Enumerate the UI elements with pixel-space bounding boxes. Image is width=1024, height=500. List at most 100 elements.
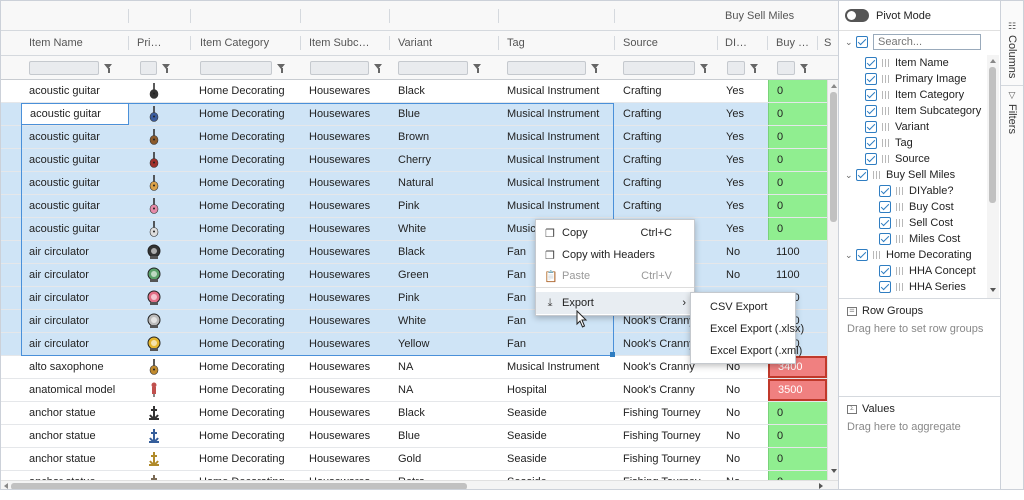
drag-handle-icon[interactable] xyxy=(896,267,904,275)
category-cell[interactable]: Home Decorating xyxy=(191,287,300,309)
buy-cell[interactable]: 0 xyxy=(768,126,827,148)
buy-cell[interactable]: 0 xyxy=(768,195,827,217)
image-cell[interactable] xyxy=(129,471,190,480)
name-cell[interactable]: acoustic guitar xyxy=(21,126,129,148)
column-item[interactable]: HHA Concept xyxy=(879,263,976,279)
tag-cell[interactable]: Musical Instrument xyxy=(499,80,614,102)
column-checkbox[interactable] xyxy=(879,185,891,197)
table-row[interactable]: acoustic guitar Home Decorating Housewares… xyxy=(1,149,827,172)
filter-icon[interactable] xyxy=(800,63,809,73)
name-cell[interactable]: anchor statue xyxy=(21,471,129,480)
category-cell[interactable]: Home Decorating xyxy=(191,356,300,378)
image-cell[interactable] xyxy=(129,241,190,263)
filter-tag[interactable] xyxy=(507,60,600,76)
filter-icon[interactable] xyxy=(700,63,709,73)
image-cell[interactable] xyxy=(129,195,190,217)
buy-cell[interactable]: 0 xyxy=(768,172,827,194)
tag-cell[interactable]: Musical Instrument xyxy=(499,356,614,378)
category-cell[interactable]: Home Decorating xyxy=(191,126,300,148)
column-item[interactable]: Primary Image xyxy=(865,71,967,87)
category-cell[interactable]: Home Decorating xyxy=(191,402,300,424)
diy-cell[interactable]: Yes xyxy=(718,80,767,102)
source-cell[interactable]: Crafting xyxy=(615,172,717,194)
column-checkbox[interactable] xyxy=(879,265,891,277)
drag-handle-icon[interactable] xyxy=(882,107,890,115)
select-all-checkbox[interactable] xyxy=(856,36,868,48)
subcat-cell[interactable]: Housewares xyxy=(301,333,389,355)
diy-cell[interactable]: No xyxy=(718,241,767,263)
buy-cell[interactable]: 0 xyxy=(768,103,827,125)
column-checkbox[interactable] xyxy=(879,201,891,213)
table-row[interactable]: acoustic guitar Home Decorating Housewares… xyxy=(1,103,827,126)
buy-cell[interactable]: 0 xyxy=(768,402,827,424)
column-checkbox[interactable] xyxy=(856,249,868,261)
column-checkbox[interactable] xyxy=(856,169,868,181)
tag-cell[interactable]: Musical Instrument xyxy=(499,126,614,148)
header-tag[interactable]: Tag xyxy=(499,31,614,55)
image-cell[interactable] xyxy=(129,218,190,240)
subcat-cell[interactable]: Housewares xyxy=(301,264,389,286)
category-cell[interactable]: Home Decorating xyxy=(191,379,300,401)
variant-cell[interactable]: Cherry xyxy=(390,149,498,171)
buy-cell[interactable]: 0 xyxy=(768,471,827,480)
tag-cell[interactable]: Seaside xyxy=(499,425,614,447)
drag-handle-icon[interactable] xyxy=(896,283,904,291)
column-item[interactable]: DIYable? xyxy=(879,183,953,199)
source-cell[interactable]: Crafting xyxy=(615,195,717,217)
image-cell[interactable] xyxy=(129,333,190,355)
column-item[interactable]: Item Subcategory xyxy=(865,103,981,119)
diy-cell[interactable]: No xyxy=(718,379,767,401)
column-checkbox[interactable] xyxy=(865,73,877,85)
column-item[interactable]: ⌄ Buy Sell Miles xyxy=(845,167,955,183)
buy-cell[interactable]: 1100 xyxy=(768,241,827,263)
subcat-cell[interactable]: Housewares xyxy=(301,80,389,102)
variant-cell[interactable]: Black xyxy=(390,402,498,424)
image-cell[interactable] xyxy=(129,379,190,401)
header-item-name[interactable]: Item Name xyxy=(21,31,127,55)
category-cell[interactable]: Home Decorating xyxy=(191,80,300,102)
column-list-scrollbar[interactable] xyxy=(987,55,999,298)
buy-cell[interactable]: 0 xyxy=(768,80,827,102)
category-cell[interactable]: Home Decorating xyxy=(191,264,300,286)
menu-item-export[interactable]: ⤓ Export › xyxy=(536,292,694,314)
buy-cell[interactable]: 3500 xyxy=(768,379,827,401)
variant-cell[interactable]: Retro xyxy=(390,471,498,480)
column-checkbox[interactable] xyxy=(865,121,877,133)
category-cell[interactable]: Home Decorating xyxy=(191,241,300,263)
drag-handle-icon[interactable] xyxy=(873,171,881,179)
filter-item-name[interactable] xyxy=(29,60,113,76)
column-search-input[interactable] xyxy=(873,34,981,50)
category-cell[interactable]: Home Decorating xyxy=(191,195,300,217)
variant-cell[interactable]: Brown xyxy=(390,126,498,148)
subcat-cell[interactable]: Housewares xyxy=(301,471,389,480)
variant-cell[interactable]: NA xyxy=(390,379,498,401)
chevron-down-icon[interactable]: ⌄ xyxy=(845,170,853,181)
header-diy[interactable]: DI… xyxy=(717,31,767,55)
table-row[interactable]: acoustic guitar Home Decorating Housewares… xyxy=(1,80,827,103)
category-cell[interactable]: Home Decorating xyxy=(191,149,300,171)
table-row[interactable]: acoustic guitar Home Decorating Housewares… xyxy=(1,172,827,195)
image-cell[interactable] xyxy=(129,448,190,470)
filter-item-category[interactable] xyxy=(200,60,286,76)
buy-cell[interactable]: 0 xyxy=(768,149,827,171)
name-cell[interactable]: anchor statue xyxy=(21,425,129,447)
filter-icon[interactable] xyxy=(591,63,600,73)
image-cell[interactable] xyxy=(129,264,190,286)
column-item[interactable]: Miles Cost xyxy=(879,231,960,247)
tab-filters[interactable]: ▽ Filters xyxy=(1001,85,1023,134)
source-cell[interactable]: Fishing Tourney xyxy=(615,425,717,447)
name-cell[interactable]: anatomical model xyxy=(21,379,129,401)
values-panel[interactable]: Σ Values Drag here to aggregate xyxy=(839,396,1000,489)
drag-handle-icon[interactable] xyxy=(873,251,881,259)
column-checkbox[interactable] xyxy=(879,233,891,245)
fill-handle[interactable] xyxy=(610,352,615,357)
filter-source[interactable] xyxy=(623,60,709,76)
vertical-scrollbar[interactable] xyxy=(827,80,838,480)
table-row[interactable]: anchor statue Home Decorating Housewares Go… xyxy=(1,448,827,471)
image-cell[interactable] xyxy=(129,310,190,332)
tag-cell[interactable]: Hospital xyxy=(499,379,614,401)
diy-cell[interactable]: No xyxy=(718,264,767,286)
category-cell[interactable]: Home Decorating xyxy=(191,218,300,240)
subcat-cell[interactable]: Housewares xyxy=(301,310,389,332)
name-cell[interactable]: acoustic guitar xyxy=(21,80,129,102)
